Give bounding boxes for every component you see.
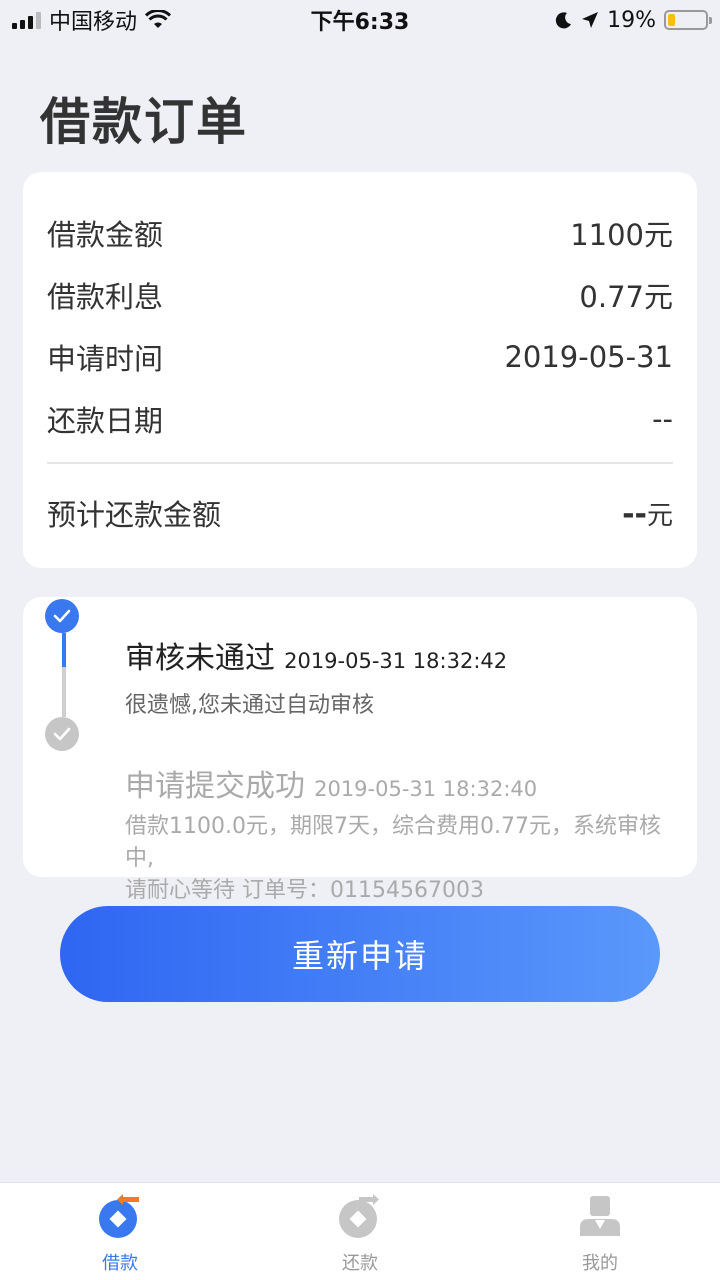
tab-profile[interactable]: 我的 [540,1183,660,1275]
timeline-item-submitted: 申请提交成功 2019-05-31 18:32:40 借款1100.0元，期限7… [47,761,673,907]
wifi-icon [145,10,172,28]
tab-repay[interactable]: 还款 [300,1183,420,1275]
battery-fill [668,14,675,26]
location-icon [582,12,599,28]
info-row-repay-date: 还款日期 -- [47,388,673,450]
carrier-name: 中国移动 [49,10,138,35]
timeline-title: 审核未通过 [125,641,275,676]
timeline-time: 2019-05-31 18:32:42 [284,649,508,673]
check-icon [45,717,79,751]
moon-icon [555,12,572,29]
profile-icon [580,1196,620,1236]
timeline-title: 申请提交成功 [125,769,305,804]
status-timeline-card: 审核未通过 2019-05-31 18:32:42 很遗憾,您未通过自动审核 申… [23,597,697,903]
info-label: 申请时间 [47,342,164,376]
total-amount: -- [622,496,647,532]
reapply-button[interactable]: 重新申请 [60,906,660,1002]
bottom-tab-bar: 借款 还款 我的 [0,1182,720,1280]
signal-icon [12,11,41,29]
info-row-apply-time: 申请时间 2019-05-31 [47,326,673,388]
check-icon [45,599,79,633]
tab-label: 我的 [582,1253,618,1274]
info-value: 2019-05-31 [504,340,673,374]
timeline-time: 2019-05-31 18:32:40 [314,777,538,801]
timeline-desc: 借款1100.0元，期限7天，综合费用0.77元，系统审核中, 请耐心等待 订单… [125,811,673,907]
timeline-desc: 很遗憾,您未通过自动审核 [125,693,374,718]
loan-info-card: 借款金额 1100元 借款利息 0.77元 申请时间 2019-05-31 还款… [23,172,697,568]
timeline-desc-line: 请耐心等待 订单号：01154567003 [125,878,484,903]
status-left: 中国移动 [12,4,172,36]
info-value: -- [652,402,673,436]
info-label: 还款日期 [47,404,164,438]
loan-icon [99,1194,139,1238]
info-row-interest: 借款利息 0.77元 [47,264,673,326]
info-value: 1100元 [570,218,673,252]
timeline-desc-line: 借款1100.0元，期限7天，综合费用0.77元，系统审核中, [125,814,661,871]
tab-label: 还款 [342,1253,378,1274]
info-label: 借款利息 [47,280,164,314]
status-bar: 中国移动 下午6:33 19% [0,0,720,40]
info-label: 借款金额 [47,218,164,252]
tab-loan[interactable]: 借款 [60,1183,180,1275]
info-row-total: 预计还款金额 --元 [47,478,673,548]
info-row-amount: 借款金额 1100元 [47,202,673,264]
timeline-item-rejected: 审核未通过 2019-05-31 18:32:42 很遗憾,您未通过自动审核 [47,633,673,719]
total-unit: 元 [646,500,673,531]
divider [47,462,673,464]
status-right: 19% [555,7,712,33]
repay-icon [339,1194,379,1238]
info-value: 0.77元 [579,280,673,314]
total-value: --元 [622,495,673,532]
battery-icon [664,10,712,30]
tab-label: 借款 [102,1253,138,1274]
battery-percent: 19% [607,7,656,33]
total-label: 预计还款金额 [47,498,222,532]
page-title: 借款订单 [40,93,248,151]
